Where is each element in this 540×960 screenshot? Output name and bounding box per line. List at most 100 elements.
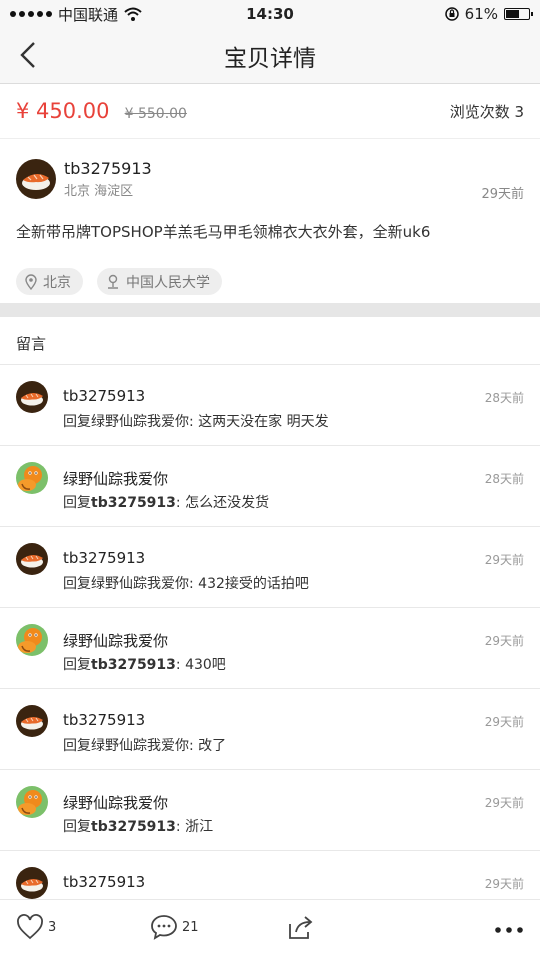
comment-button[interactable]: 21 xyxy=(150,914,199,940)
commenter-avatar[interactable] xyxy=(16,381,48,413)
commenter-name[interactable]: tb3275913 xyxy=(63,387,145,405)
commenter-avatar[interactable] xyxy=(16,543,48,575)
bottom-action-bar: 3 21 xyxy=(0,899,540,960)
school-icon xyxy=(108,274,118,289)
commenter-avatar[interactable] xyxy=(16,462,48,494)
status-bar: 中国联通 14:30 61% xyxy=(0,0,540,28)
item-description: 全新带吊牌TOPSHOP羊羔毛马甲毛领棉衣大衣外套，全新uk6 xyxy=(16,223,431,241)
orange-character-avatar-icon xyxy=(16,462,48,494)
seller-post-time: 29天前 xyxy=(481,187,524,202)
reply-prefix: 回复 xyxy=(63,495,91,511)
comment-time: 29天前 xyxy=(484,553,524,567)
more-dots-icon xyxy=(495,927,523,933)
seller-name[interactable]: tb3275913 xyxy=(64,159,152,178)
commenter-name[interactable]: tb3275913 xyxy=(63,711,145,729)
sushi-avatar-icon xyxy=(16,867,48,899)
back-arrow-icon[interactable] xyxy=(14,40,44,70)
commenter-name[interactable]: tb3275913 xyxy=(63,873,145,891)
reply-target[interactable]: tb3275913 xyxy=(91,819,176,835)
comment-text: 回复tb3275913: 浙江 xyxy=(63,816,213,836)
reply-prefix: 回复 xyxy=(63,738,91,754)
comment-body: : 432接受的话拍吧 xyxy=(189,576,309,592)
carrier-name: 中国联通 xyxy=(58,5,119,24)
page-title: 宝贝详情 xyxy=(224,45,316,72)
school-tag[interactable]: 中国人民大学 xyxy=(97,268,222,295)
reply-target[interactable]: tb3275913 xyxy=(91,657,176,673)
comment-time: 29天前 xyxy=(484,715,524,729)
like-button[interactable]: 3 xyxy=(16,914,56,940)
reply-target[interactable]: 绿野仙踪我爱你 xyxy=(91,576,189,592)
comment-text: 回复绿野仙踪我爱你: 改了 xyxy=(63,735,226,755)
wifi-icon xyxy=(124,7,142,21)
comment-count: 21 xyxy=(182,919,199,935)
orange-character-avatar-icon xyxy=(16,786,48,818)
heart-icon xyxy=(17,914,43,940)
signal-icon xyxy=(10,11,52,17)
comment-body: : 怎么还没发货 xyxy=(175,495,270,511)
comment-time: 28天前 xyxy=(484,391,524,405)
reply-target[interactable]: 绿野仙踪我爱你 xyxy=(91,738,189,754)
seller-avatar[interactable] xyxy=(16,159,56,199)
commenter-name[interactable]: 绿野仙踪我爱你 xyxy=(63,792,168,813)
comment-time: 29天前 xyxy=(484,634,524,648)
current-price: ¥ 450.00 xyxy=(16,99,110,123)
price-group: ¥ 450.00 ¥ 550.00 xyxy=(16,99,187,123)
sushi-avatar-icon xyxy=(16,159,56,199)
comment-item[interactable]: 绿野仙踪我爱你回复tb3275913: 430吧 29天前 xyxy=(0,608,540,689)
nav-bar: 宝贝详情 xyxy=(0,28,540,84)
comment-body: : 改了 xyxy=(189,738,227,754)
comment-list: tb3275913 回复绿野仙踪我爱你: 这两天没在家 明天发 28天前 绿野仙踪我爱… xyxy=(0,364,540,932)
seller-info: tb3275913 北京 海淀区 xyxy=(64,159,152,199)
sushi-avatar-icon xyxy=(16,705,48,737)
commenter-avatar[interactable] xyxy=(16,786,48,818)
city-tag-label: 北京 xyxy=(43,274,71,291)
price-row: ¥ 450.00 ¥ 550.00 浏览次数 3 xyxy=(0,84,540,139)
sushi-avatar-icon xyxy=(16,381,48,413)
comment-item[interactable]: tb3275913 回复绿野仙踪我爱你: 改了 29天前 xyxy=(0,689,540,770)
commenter-name[interactable]: 绿野仙踪我爱你 xyxy=(63,630,168,651)
comment-time: 28天前 xyxy=(484,472,524,486)
comment-item[interactable]: 绿野仙踪我爱你回复tb3275913: 怎么还没发货 28天前 xyxy=(0,446,540,527)
share-button[interactable] xyxy=(286,914,314,940)
comment-body: : 430吧 xyxy=(175,657,226,673)
comment-item[interactable]: tb3275913 回复绿野仙踪我爱你: 432接受的话拍吧 29天前 xyxy=(0,527,540,608)
comment-item[interactable]: tb3275913 回复绿野仙踪我爱你: 这两天没在家 明天发 28天前 xyxy=(0,365,540,446)
commenter-name[interactable]: tb3275913 xyxy=(63,549,145,567)
speech-bubble-icon xyxy=(151,915,177,940)
reply-target[interactable]: tb3275913 xyxy=(91,495,176,511)
comment-text: 回复绿野仙踪我爱你: 432接受的话拍吧 xyxy=(63,573,309,593)
comment-text: 回复tb3275913: 430吧 xyxy=(63,654,226,674)
battery-percent: 61% xyxy=(464,5,498,23)
comment-item[interactable]: 绿野仙踪我爱你回复tb3275913: 浙江 29天前 xyxy=(0,770,540,851)
commenter-avatar[interactable] xyxy=(16,705,48,737)
view-count: 浏览次数 3 xyxy=(449,102,524,121)
battery-icon xyxy=(504,8,533,20)
school-tag-label: 中国人民大学 xyxy=(126,274,210,291)
reply-target[interactable]: 绿野仙踪我爱你 xyxy=(91,414,189,430)
comment-body: : 浙江 xyxy=(175,819,214,835)
city-tag[interactable]: 北京 xyxy=(16,268,83,295)
more-button[interactable] xyxy=(494,926,524,934)
like-count: 3 xyxy=(48,919,57,935)
commenter-avatar[interactable] xyxy=(16,867,48,899)
original-price: ¥ 550.00 xyxy=(124,106,187,122)
comment-text: 回复绿野仙踪我爱你: 这两天没在家 明天发 xyxy=(63,411,329,431)
comments-heading: 留言 xyxy=(16,335,47,353)
seller-header[interactable]: tb3275913 北京 海淀区 29天前 xyxy=(0,139,540,215)
reply-prefix: 回复 xyxy=(63,657,91,673)
seller-location: 北京 海淀区 xyxy=(64,184,134,199)
comment-time: 29天前 xyxy=(484,796,524,810)
orange-character-avatar-icon xyxy=(16,624,48,656)
location-pin-icon xyxy=(25,273,37,290)
commenter-name[interactable]: 绿野仙踪我爱你 xyxy=(63,468,168,489)
status-left: 中国联通 xyxy=(10,4,142,25)
sushi-avatar-icon xyxy=(16,543,48,575)
comment-body: : 这两天没在家 明天发 xyxy=(189,414,329,430)
comment-time: 29天前 xyxy=(484,877,524,891)
comment-text: 回复tb3275913: 怎么还没发货 xyxy=(63,492,269,512)
share-icon xyxy=(289,916,313,939)
tag-row: 北京 中国人民大学 xyxy=(0,268,540,296)
reply-prefix: 回复 xyxy=(63,576,91,592)
commenter-avatar[interactable] xyxy=(16,624,48,656)
reply-prefix: 回复 xyxy=(63,414,91,430)
